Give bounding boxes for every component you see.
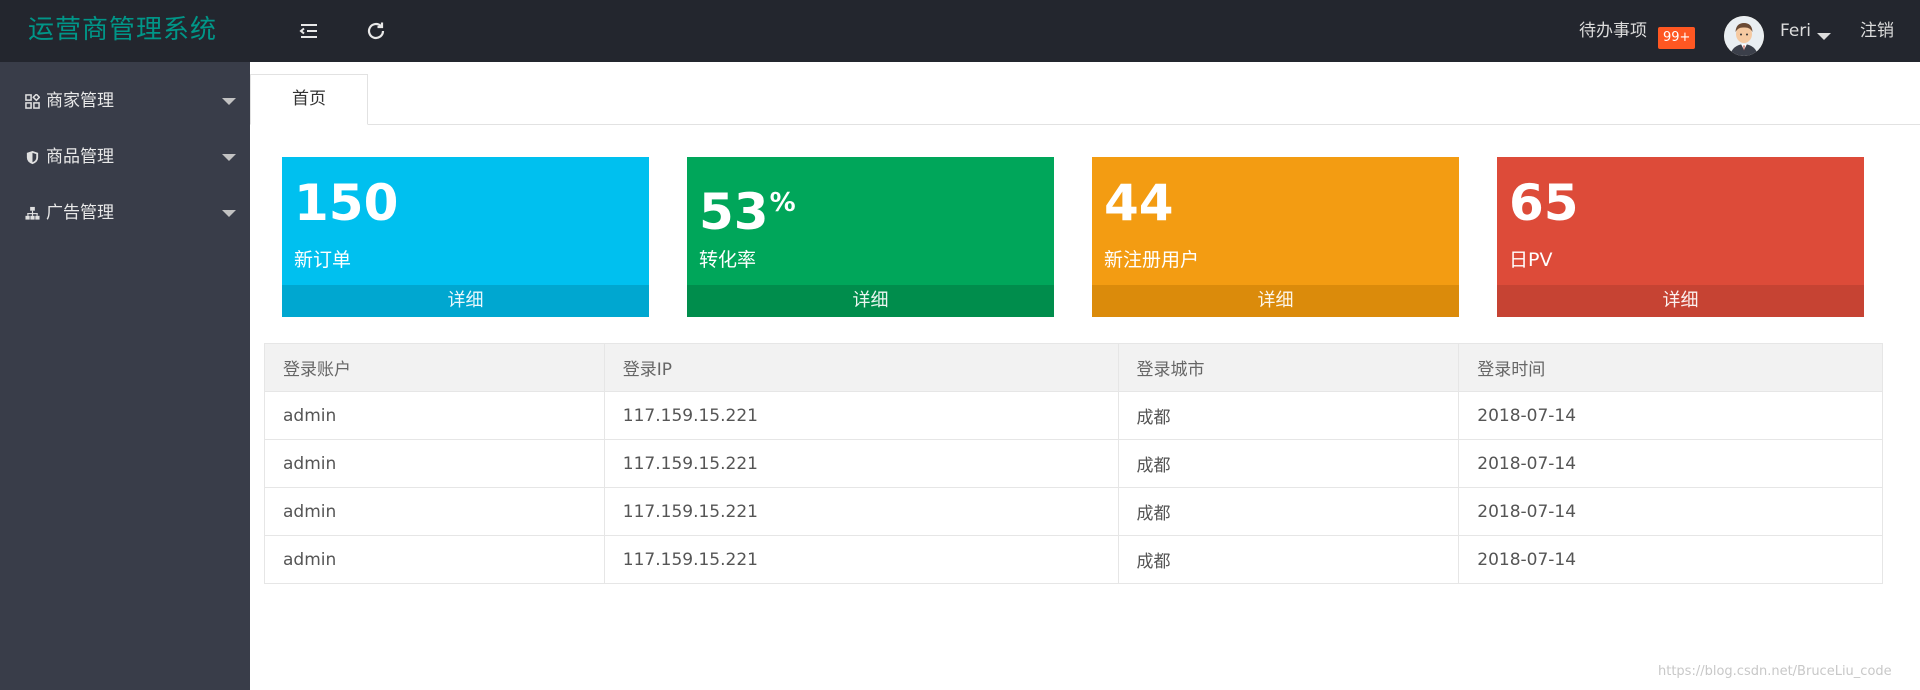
table-cell: 成都 bbox=[1117, 391, 1460, 440]
watermark: https://blog.csdn.net/BruceLiu_code bbox=[1658, 664, 1892, 679]
stat-value: 150 bbox=[294, 174, 399, 232]
table-row: admin 117.159.15.221 成都 2018-07-14 bbox=[264, 391, 1883, 440]
table-cell: 成都 bbox=[1117, 487, 1460, 536]
collapse-sidebar-icon[interactable] bbox=[297, 19, 321, 43]
stat-card-new-orders: 150 新订单 详细 bbox=[282, 157, 649, 317]
stat-label: 新订单 bbox=[294, 249, 352, 271]
stat-suffix: % bbox=[769, 188, 796, 218]
table-row: admin 117.159.15.221 成都 2018-07-14 bbox=[264, 535, 1883, 584]
refresh-icon[interactable] bbox=[364, 19, 388, 43]
table-cell: admin bbox=[264, 487, 605, 536]
todo-link[interactable]: 待办事项 bbox=[1579, 0, 1647, 62]
stat-label: 新注册用户 bbox=[1104, 249, 1200, 271]
column-header: 登录时间 bbox=[1458, 343, 1883, 392]
stat-card-daily-pv: 65 日PV 详细 bbox=[1497, 157, 1864, 317]
chevron-down-icon[interactable] bbox=[1817, 33, 1831, 40]
table-cell: 成都 bbox=[1117, 535, 1460, 584]
table-cell: 成都 bbox=[1117, 439, 1460, 488]
stat-value: 65 bbox=[1509, 174, 1579, 232]
table-header-row: 登录账户 登录IP 登录城市 登录时间 bbox=[264, 343, 1883, 392]
details-link[interactable]: 详细 bbox=[1092, 285, 1459, 317]
table-cell: 117.159.15.221 bbox=[603, 535, 1119, 584]
sidebar-item-label: 商家管理 bbox=[46, 91, 114, 111]
details-link[interactable]: 详细 bbox=[687, 285, 1054, 317]
table-cell: 2018-07-14 bbox=[1458, 439, 1883, 488]
tab-home[interactable]: 首页 bbox=[250, 74, 368, 125]
chevron-down-icon bbox=[222, 154, 236, 161]
column-header: 登录IP bbox=[603, 343, 1119, 392]
table-cell: 2018-07-14 bbox=[1458, 391, 1883, 440]
stat-value: 53% bbox=[699, 183, 796, 241]
table-row: admin 117.159.15.221 成都 2018-07-14 bbox=[264, 439, 1883, 488]
shield-icon bbox=[25, 150, 40, 165]
stat-card-new-users: 44 新注册用户 详细 bbox=[1092, 157, 1459, 317]
sitemap-icon bbox=[25, 206, 40, 221]
top-header: 运营商管理系统 待办事项 99+ Feri 注销 bbox=[0, 0, 1920, 62]
column-header: 登录账户 bbox=[264, 343, 605, 392]
table-cell: 2018-07-14 bbox=[1458, 535, 1883, 584]
sidebar: 商家管理 商品管理 广告管理 bbox=[0, 62, 250, 690]
sidebar-item-label: 广告管理 bbox=[46, 203, 114, 223]
table-cell: 117.159.15.221 bbox=[603, 487, 1119, 536]
sidebar-item-label: 商品管理 bbox=[46, 147, 114, 167]
stat-label: 转化率 bbox=[699, 249, 757, 271]
stat-value: 44 bbox=[1104, 174, 1174, 232]
table-cell: 117.159.15.221 bbox=[603, 391, 1119, 440]
stat-card-conversion-rate: 53% 转化率 详细 bbox=[687, 157, 1054, 317]
user-menu[interactable]: Feri bbox=[1780, 0, 1811, 62]
details-link[interactable]: 详细 bbox=[282, 285, 649, 317]
login-history-table: 登录账户 登录IP 登录城市 登录时间 admin 117.159.15.221… bbox=[264, 343, 1883, 584]
logout-link[interactable]: 注销 bbox=[1860, 0, 1894, 62]
sidebar-item-merchants[interactable]: 商家管理 bbox=[0, 73, 250, 129]
table-cell: 117.159.15.221 bbox=[603, 439, 1119, 488]
table-row: admin 117.159.15.221 成都 2018-07-14 bbox=[264, 487, 1883, 536]
column-header: 登录城市 bbox=[1117, 343, 1460, 392]
table-cell: 2018-07-14 bbox=[1458, 487, 1883, 536]
todo-badge: 99+ bbox=[1658, 27, 1696, 49]
sidebar-item-products[interactable]: 商品管理 bbox=[0, 129, 250, 185]
table-cell: admin bbox=[264, 391, 605, 440]
tab-bar: 首页 bbox=[250, 74, 1920, 125]
avatar[interactable] bbox=[1724, 16, 1764, 56]
stat-label: 日PV bbox=[1509, 249, 1553, 271]
app-title: 运营商管理系统 bbox=[28, 15, 218, 45]
table-cell: admin bbox=[264, 535, 605, 584]
apps-icon bbox=[25, 94, 40, 109]
sidebar-item-ads[interactable]: 广告管理 bbox=[0, 185, 250, 241]
chevron-down-icon bbox=[222, 98, 236, 105]
details-link[interactable]: 详细 bbox=[1497, 285, 1864, 317]
table-cell: admin bbox=[264, 439, 605, 488]
chevron-down-icon bbox=[222, 210, 236, 217]
